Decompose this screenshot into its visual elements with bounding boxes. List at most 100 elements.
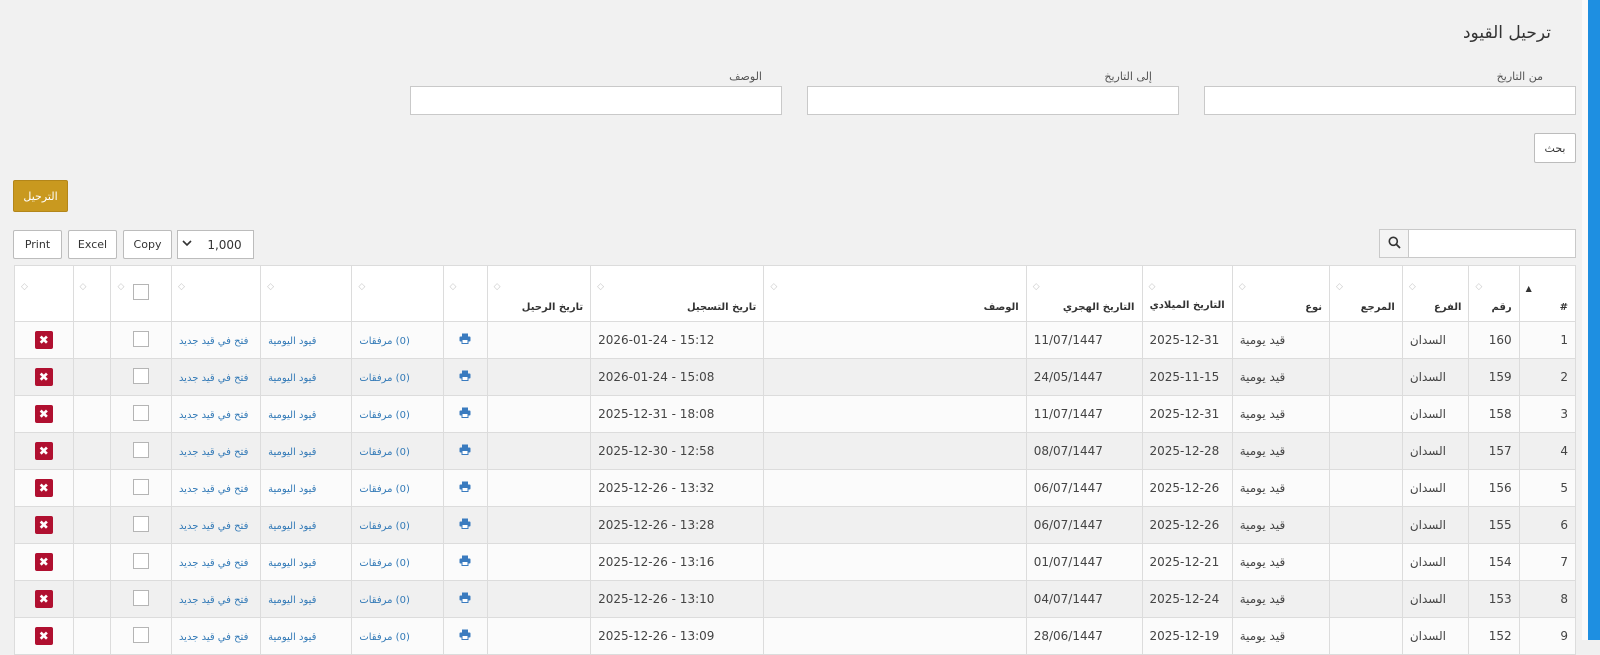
row-checkbox[interactable]: [133, 441, 150, 458]
printer-icon[interactable]: [459, 592, 471, 606]
attachments-link[interactable]: (0) مرفقات: [359, 558, 410, 569]
attachments-link[interactable]: (0) مرفقات: [359, 410, 410, 421]
cell-delete: ✖: [14, 506, 74, 544]
cell-branch: السدان: [1401, 321, 1470, 359]
journal-entries-link[interactable]: قيود اليومية: [268, 595, 316, 606]
table-row[interactable]: 7 154 السدان قيد يومية 2025-12-21 01/07/1447 2…: [14, 543, 1577, 581]
journal-entries-link[interactable]: قيود اليومية: [268, 447, 316, 458]
delete-icon[interactable]: ✖: [34, 442, 53, 460]
excel-button[interactable]: Excel: [68, 230, 117, 259]
journal-entries-link[interactable]: قيود اليومية: [268, 484, 316, 495]
row-checkbox[interactable]: [133, 626, 150, 643]
row-checkbox[interactable]: [133, 367, 150, 384]
row-checkbox[interactable]: [133, 404, 150, 421]
attachments-link[interactable]: (0) مرفقات: [359, 447, 410, 458]
select-all-checkbox[interactable]: [133, 284, 150, 300]
open-new-entry-link[interactable]: فتح في قيد جديد: [179, 521, 248, 532]
header-journal-col[interactable]: ◇: [260, 265, 353, 322]
printer-icon[interactable]: [459, 444, 471, 458]
row-checkbox[interactable]: [133, 330, 150, 347]
delete-icon[interactable]: ✖: [34, 405, 53, 423]
open-new-entry-link[interactable]: فتح في قيد جديد: [179, 447, 248, 458]
attachments-link[interactable]: (0) مرفقات: [359, 373, 410, 384]
row-checkbox[interactable]: [133, 589, 150, 606]
journal-entries-link[interactable]: قيود اليومية: [268, 521, 316, 532]
open-new-entry-link[interactable]: فتح في قيد جديد: [179, 595, 248, 606]
table-row[interactable]: 8 153 السدان قيد يومية 2025-12-24 04/07/1447 2…: [14, 580, 1577, 618]
delete-icon[interactable]: ✖: [34, 590, 53, 608]
print-button[interactable]: Print: [13, 230, 62, 259]
cell-attachments: (0) مرفقات: [351, 617, 444, 655]
search-button[interactable]: بحث: [1534, 133, 1576, 163]
table-row[interactable]: 6 155 السدان قيد يومية 2025-12-26 06/07/1447 2…: [14, 506, 1577, 544]
table-row[interactable]: 1 160 السدان قيد يومية 2025-12-31 11/07/1447 2…: [14, 321, 1577, 359]
header-delete-col[interactable]: ◇: [14, 265, 74, 322]
delete-icon[interactable]: ✖: [34, 516, 53, 534]
header-hijri-date[interactable]: التاريخ الهجري ◇: [1025, 265, 1143, 322]
to-date-input[interactable]: [807, 86, 1179, 115]
page-length-select[interactable]: 1,000: [177, 230, 254, 259]
header-type[interactable]: نوع ◇: [1231, 265, 1331, 322]
open-new-entry-link[interactable]: فتح في قيد جديد: [179, 410, 248, 421]
attachments-link[interactable]: (0) مرفقات: [359, 336, 410, 347]
table-row[interactable]: 3 158 السدان قيد يومية 2025-12-31 11/07/1447 2…: [14, 395, 1577, 433]
cell-description: [763, 395, 1027, 433]
gregorian-date-text: 2025-12-26: [1149, 481, 1220, 495]
cell-branch: السدان: [1401, 432, 1470, 470]
header-select-all[interactable]: ◇: [110, 265, 172, 322]
open-new-entry-link[interactable]: فتح في قيد جديد: [179, 484, 248, 495]
delete-icon[interactable]: ✖: [34, 331, 53, 349]
header-print-col[interactable]: ◇: [442, 265, 488, 322]
open-new-entry-link[interactable]: فتح في قيد جديد: [179, 373, 248, 384]
delete-icon[interactable]: ✖: [34, 479, 53, 497]
cell-index: 4: [1518, 432, 1577, 470]
journal-entries-link[interactable]: قيود اليومية: [268, 410, 316, 421]
open-new-entry-link[interactable]: فتح في قيد جديد: [179, 632, 248, 643]
table-row[interactable]: 9 152 السدان قيد يومية 2025-12-19 28/06/1447 2…: [14, 617, 1577, 655]
sort-icon: ◇: [1336, 282, 1343, 292]
attachments-link[interactable]: (0) مرفقات: [359, 521, 410, 532]
header-open-col[interactable]: ◇: [170, 265, 262, 322]
journal-entries-link[interactable]: قيود اليومية: [268, 632, 316, 643]
printer-icon[interactable]: [459, 555, 471, 569]
row-checkbox[interactable]: [133, 478, 150, 495]
table-row[interactable]: 2 159 السدان قيد يومية 2025-11-15 24/05/1447 2…: [14, 358, 1577, 396]
header-registration-date[interactable]: تاريخ التسجيل ◇: [590, 265, 765, 322]
header-gregorian-date[interactable]: التاريخ الميلادي ◇: [1141, 265, 1233, 322]
header-attachments-col[interactable]: ◇: [351, 265, 444, 322]
from-date-input[interactable]: [1204, 86, 1576, 115]
printer-icon[interactable]: [459, 370, 471, 384]
open-new-entry-link[interactable]: فتح في قيد جديد: [179, 336, 248, 347]
table-row[interactable]: 5 156 السدان قيد يومية 2025-12-26 06/07/1447 2…: [14, 469, 1577, 507]
journal-entries-link[interactable]: قيود اليومية: [268, 373, 316, 384]
delete-icon[interactable]: ✖: [34, 553, 53, 571]
header-description[interactable]: الوصف ◇: [763, 265, 1027, 322]
header-number[interactable]: رقم ◇: [1468, 265, 1520, 322]
search-icon-button[interactable]: [1379, 229, 1409, 258]
header-blank-col[interactable]: ◇: [72, 265, 112, 322]
header-reference[interactable]: المرجع ◇: [1329, 265, 1403, 322]
post-entries-button[interactable]: الترحيل: [13, 180, 68, 212]
attachments-link[interactable]: (0) مرفقات: [359, 595, 410, 606]
printer-icon[interactable]: [459, 629, 471, 643]
row-checkbox[interactable]: [133, 515, 150, 532]
printer-icon[interactable]: [459, 333, 471, 347]
attachments-link[interactable]: (0) مرفقات: [359, 632, 410, 643]
journal-entries-link[interactable]: قيود اليومية: [268, 558, 316, 569]
attachments-link[interactable]: (0) مرفقات: [359, 484, 410, 495]
row-checkbox[interactable]: [133, 552, 150, 569]
header-posting-date[interactable]: تاريخ الرحيل ◇: [486, 265, 592, 322]
gregorian-date-text: 2025-12-31: [1149, 407, 1220, 421]
delete-icon[interactable]: ✖: [34, 627, 53, 645]
journal-entries-link[interactable]: قيود اليومية: [268, 336, 316, 347]
description-input[interactable]: [410, 86, 782, 115]
open-new-entry-link[interactable]: فتح في قيد جديد: [179, 558, 248, 569]
table-row[interactable]: 4 157 السدان قيد يومية 2025-12-28 08/07/1447 2…: [14, 432, 1577, 470]
header-branch[interactable]: الفرع ◇: [1401, 265, 1470, 322]
header-index[interactable]: # ▲: [1518, 265, 1577, 322]
printer-icon[interactable]: [459, 518, 471, 532]
printer-icon[interactable]: [459, 481, 471, 495]
delete-icon[interactable]: ✖: [34, 368, 53, 386]
copy-button[interactable]: Copy: [123, 230, 172, 259]
printer-icon[interactable]: [459, 407, 471, 421]
